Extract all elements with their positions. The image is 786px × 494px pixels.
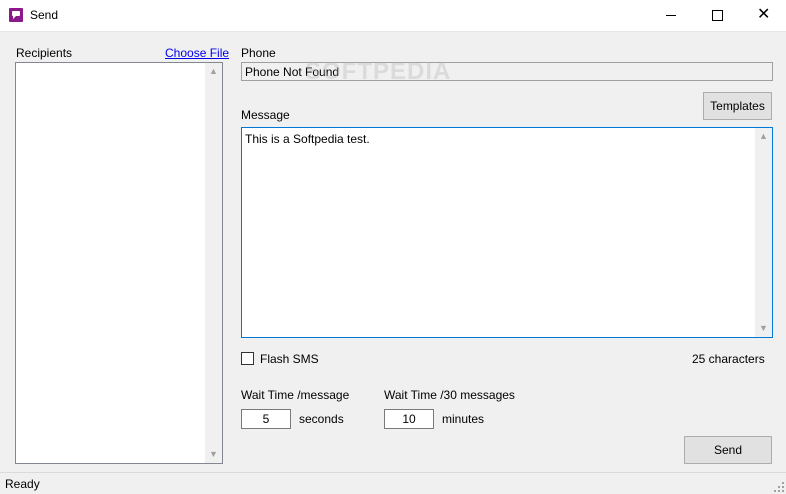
minimize-icon: [666, 15, 676, 16]
flash-sms-checkbox[interactable]: [241, 352, 254, 365]
maximize-icon: [712, 10, 723, 21]
flash-sms-label[interactable]: Flash SMS: [260, 352, 319, 366]
scroll-down-icon[interactable]: ▼: [755, 320, 772, 337]
minimize-button[interactable]: [648, 0, 694, 31]
app-icon: [9, 8, 23, 22]
choose-file-link[interactable]: Choose File: [165, 46, 229, 60]
recipients-label: Recipients: [16, 46, 73, 60]
message-scrollbar[interactable]: ▲ ▼: [755, 128, 772, 337]
wait-per-30-label: Wait Time /30 messages: [384, 388, 515, 402]
wait-per-30-unit: minutes: [442, 412, 485, 426]
recipients-scrollbar[interactable]: ▲ ▼: [205, 63, 222, 463]
title-bar[interactable]: Send ✕: [0, 0, 786, 32]
maximize-button[interactable]: [694, 0, 740, 31]
scroll-down-icon[interactable]: ▼: [205, 446, 222, 463]
wait-per-message-input[interactable]: 5: [241, 409, 291, 429]
phone-label: Phone: [241, 46, 276, 60]
softpedia-watermark: SOFTPEDIA: [305, 58, 452, 85]
char-count: 25 characters: [692, 352, 765, 366]
recipients-list[interactable]: ▲ ▼: [15, 62, 223, 464]
window-title: Send: [30, 8, 59, 22]
scroll-up-icon[interactable]: ▲: [755, 128, 772, 145]
close-button[interactable]: ✕: [740, 0, 786, 31]
wait-per-30-input[interactable]: 10: [384, 409, 434, 429]
templates-button[interactable]: Templates: [703, 92, 772, 120]
status-text: Ready: [5, 477, 40, 491]
scroll-up-icon[interactable]: ▲: [205, 63, 222, 80]
close-icon: ✕: [757, 6, 771, 23]
send-button[interactable]: Send: [684, 436, 772, 464]
wait-per-message-unit: seconds: [299, 412, 344, 426]
status-bar: Ready: [0, 472, 786, 494]
message-textarea[interactable]: This is a Softpedia test. ▲ ▼: [241, 127, 773, 338]
wait-per-message-label: Wait Time /message: [241, 388, 350, 402]
message-label: Message: [241, 108, 290, 122]
resize-grip-icon[interactable]: [772, 480, 784, 492]
message-text: This is a Softpedia test.: [245, 132, 370, 146]
